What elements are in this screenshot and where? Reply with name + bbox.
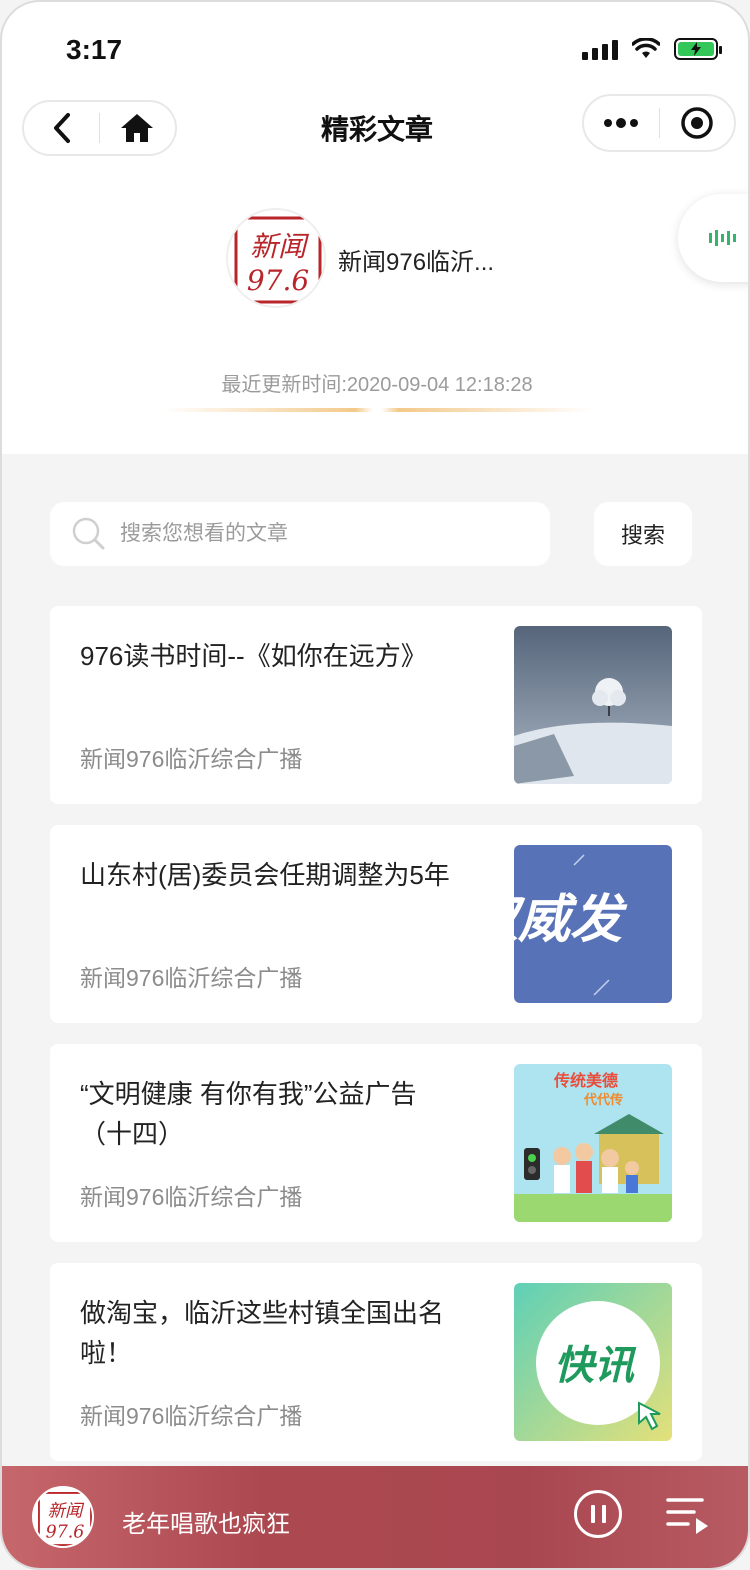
- more-button[interactable]: [584, 97, 659, 149]
- article-title: 976读书时间--《如你在远方》: [80, 641, 427, 671]
- pause-icon: [590, 1505, 595, 1523]
- snow-tree-thumbnail: [514, 626, 672, 784]
- svg-text:新闻: 新闻: [250, 230, 310, 263]
- wifi-icon: [632, 38, 660, 58]
- audio-wave-icon: [709, 230, 736, 246]
- search-icon: [72, 517, 105, 550]
- battery-icon: [674, 38, 722, 60]
- player-track-title: 老年唱歌也疯狂: [122, 1511, 290, 1538]
- account-name[interactable]: 新闻976临沂...: [338, 242, 494, 277]
- svg-text:传统美德: 传统美德: [553, 1071, 618, 1090]
- search-button[interactable]: 搜索: [594, 502, 692, 566]
- svg-text:代代传: 代代传: [583, 1092, 623, 1108]
- more-dots-icon: [604, 118, 639, 128]
- player-avatar: 新闻 97.6: [32, 1486, 94, 1548]
- header-divider: [162, 408, 592, 412]
- svg-text:97.6: 97.6: [247, 264, 309, 297]
- article-card[interactable]: 976读书时间--《如你在远方》 新闻976临沂综合广播: [50, 606, 702, 804]
- close-miniprogram-button[interactable]: [660, 97, 735, 149]
- audio-player-bar[interactable]: 新闻 97.6 老年唱歌也疯狂: [2, 1466, 748, 1568]
- playlist-button[interactable]: [666, 1496, 710, 1541]
- search-input[interactable]: [120, 522, 520, 546]
- target-circle-icon: [681, 107, 713, 139]
- article-title: 做淘宝，临沂这些村镇全国出名啦！: [80, 1298, 445, 1368]
- header-area: 3:17 精彩文章 新闻 97.6 新闻976临沂... 最近更新时间:2020…: [2, 2, 748, 454]
- article-card[interactable]: “文明健康 有你有我”公益广告（十四） 新闻976临沂综合广播 传统美德 代代传: [50, 1044, 702, 1242]
- kuaixun-thumbnail: 快讯: [514, 1283, 672, 1441]
- svg-text:快讯: 快讯: [554, 1343, 637, 1389]
- svg-text:权威发: 权威发: [514, 890, 628, 950]
- pause-icon: [601, 1505, 606, 1523]
- playlist-icon: [666, 1498, 708, 1534]
- article-source: 新闻976临沂综合广播: [80, 1184, 303, 1210]
- svg-text:97.6: 97.6: [46, 1523, 85, 1543]
- account-avatar[interactable]: 新闻 97.6: [226, 208, 326, 308]
- pause-button[interactable]: [574, 1490, 622, 1538]
- search-box: [50, 502, 550, 566]
- article-title: “文明健康 有你有我”公益广告（十四）: [80, 1079, 417, 1149]
- article-card[interactable]: 山东村(居)委员会任期调整为5年 新闻976临沂综合广播 权威发: [50, 825, 702, 1023]
- status-icons: [582, 38, 722, 60]
- update-time: 最近更新时间:2020-09-04 12:18:28: [221, 374, 533, 396]
- svg-text:新闻: 新闻: [48, 1502, 85, 1522]
- status-time: 3:17: [66, 34, 123, 65]
- station-logo: 新闻 97.6: [38, 1492, 92, 1546]
- audio-float-button[interactable]: [678, 194, 748, 282]
- article-source: 新闻976临沂综合广播: [80, 965, 303, 991]
- station-logo: 新闻 97.6: [234, 216, 322, 304]
- article-source: 新闻976临沂综合广播: [80, 1403, 303, 1429]
- article-card[interactable]: 做淘宝，临沂这些村镇全国出名啦！ 新闻976临沂综合广播 快讯: [50, 1263, 702, 1461]
- phone-frame: 3:17 精彩文章 新闻 97.6 新闻976临沂... 最近更新时间:2020…: [0, 0, 750, 1570]
- nav-capsule-right: [582, 94, 736, 152]
- signal-icon: [582, 38, 618, 60]
- cartoon-family-thumbnail: 传统美德 代代传: [514, 1064, 672, 1222]
- blue-text-thumbnail: 权威发: [514, 845, 672, 1003]
- article-title: 山东村(居)委员会任期调整为5年: [80, 860, 450, 890]
- article-source: 新闻976临沂综合广播: [80, 746, 303, 772]
